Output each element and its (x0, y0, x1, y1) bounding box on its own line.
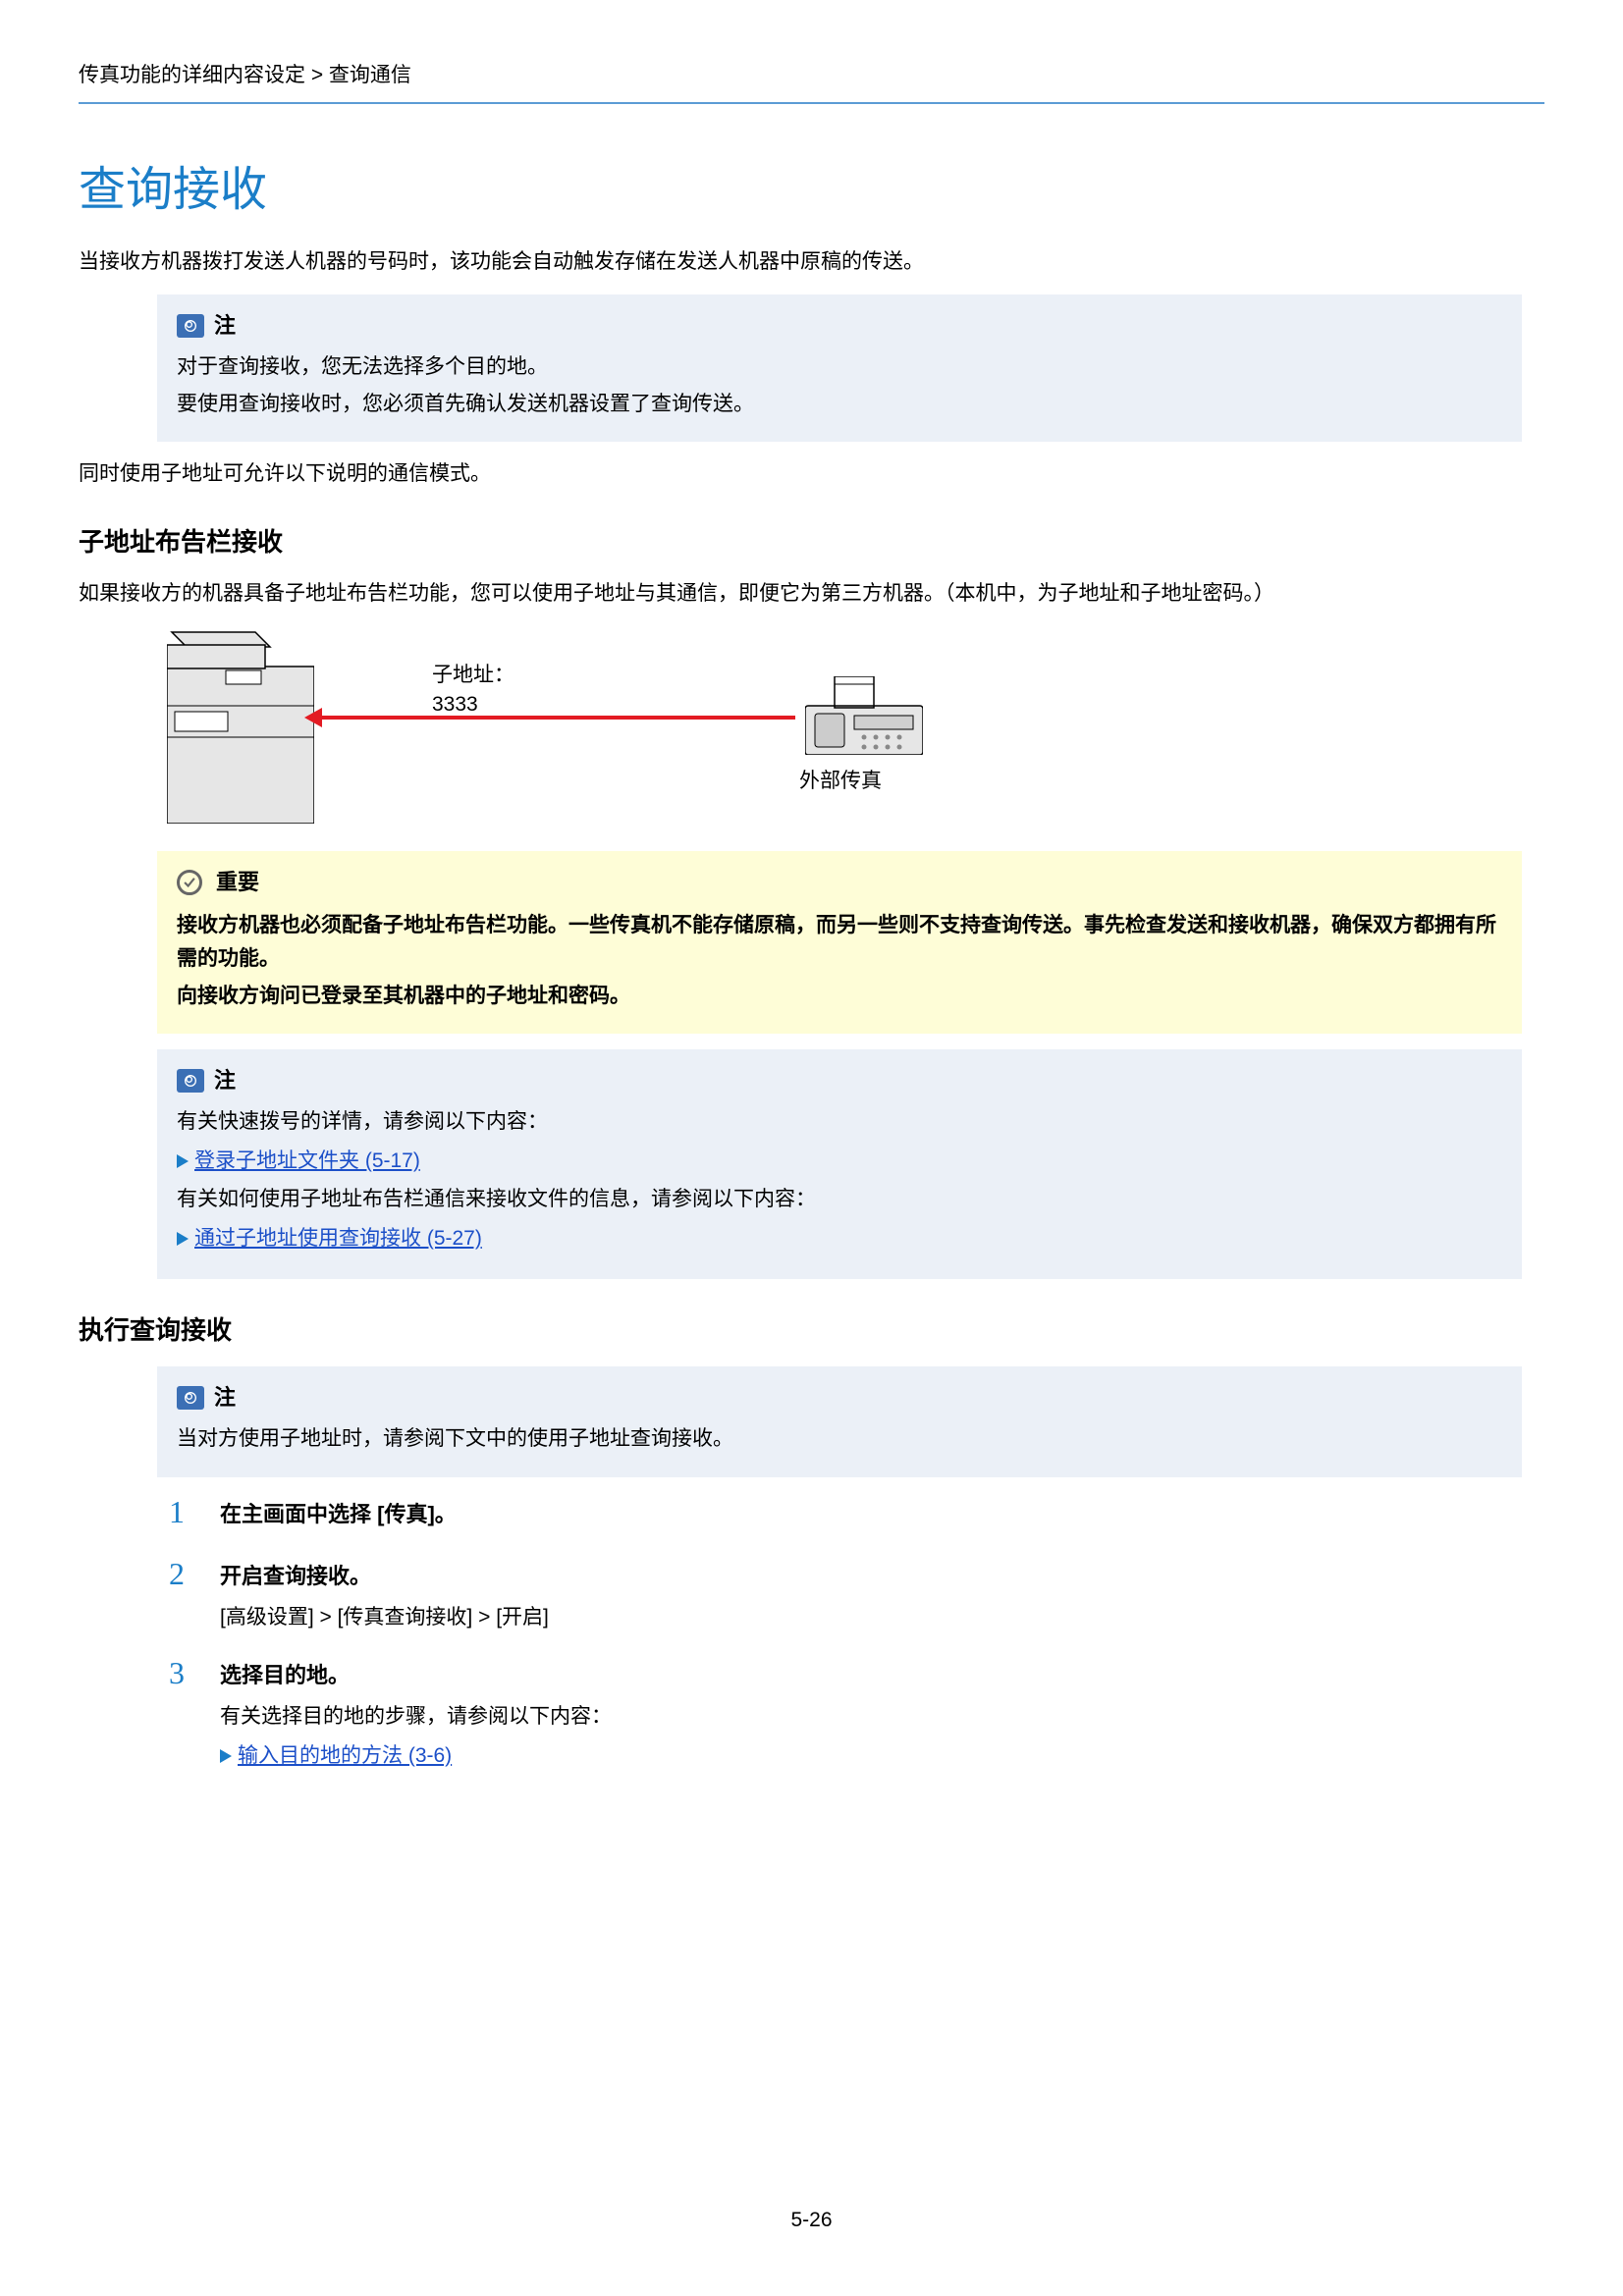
note-line: 有关快速拨号的详情，请参阅以下内容： (177, 1105, 1502, 1139)
arrow-line (314, 716, 795, 720)
link-subaddress-box[interactable]: 登录子地址文件夹 (5-17) (194, 1145, 420, 1178)
paragraph: 如果接收方的机器具备子地址布告栏功能，您可以使用子地址与其通信，即便它为第三方机… (79, 577, 1544, 611)
note-line: 要使用查询接收时，您必须首先确认发送机器设置了查询传送。 (177, 388, 1502, 421)
step: 3 选择目的地。 有关选择目的地的步骤，请参阅以下内容： 输入目的地的方法 (3… (157, 1656, 1544, 1778)
step: 2 开启查询接收。 [高级设置] > [传真查询接收] > [开启] (157, 1557, 1544, 1638)
paragraph: 同时使用子地址可允许以下说明的通信模式。 (79, 457, 1544, 491)
external-fax-label: 外部传真 (799, 765, 882, 798)
step-title: 开启查询接收。 (220, 1559, 1544, 1593)
breadcrumb: 传真功能的详细内容设定 > 查询通信 (79, 59, 1544, 104)
note-title: 注 (214, 1063, 236, 1097)
arrow-icon (177, 1154, 189, 1168)
link-enter-destination[interactable]: 输入目的地的方法 (3-6) (238, 1739, 452, 1773)
important-icon (177, 870, 202, 895)
important-title: 重要 (216, 865, 259, 899)
note-box: 注 当对方使用子地址时，请参阅下文中的使用子地址查询接收。 (157, 1366, 1522, 1477)
important-box: 重要 接收方机器也必须配备子地址布告栏功能。一些传真机不能存储原稿，而另一些则不… (157, 851, 1522, 1034)
intro-paragraph: 当接收方机器拨打发送人机器的号码时，该功能会自动触发存储在发送人机器中原稿的传送… (79, 245, 1544, 279)
note-title: 注 (214, 308, 236, 343)
step-number: 2 (157, 1557, 196, 1638)
note-line: 有关如何使用子地址布告栏通信来接收文件的信息，请参阅以下内容： (177, 1183, 1502, 1216)
arrow-head-icon (304, 708, 322, 727)
arrow-icon (220, 1749, 232, 1763)
step: 1 在主画面中选择 [传真]。 (157, 1495, 1544, 1539)
step-detail: [高级设置] > [传真查询接收] > [开启] (220, 1601, 1544, 1634)
note-title: 注 (214, 1380, 236, 1415)
step-number: 3 (157, 1656, 196, 1778)
note-icon (177, 314, 204, 338)
important-line: 向接收方询问已登录至其机器中的子地址和密码。 (177, 980, 1502, 1013)
subaddress-label: 子地址： 3333 (432, 661, 514, 719)
mfp-icon (167, 627, 314, 824)
diagram: 子地址： 3333 外部传真 (157, 627, 1544, 833)
arrow-icon (177, 1232, 189, 1246)
note-icon (177, 1386, 204, 1410)
fax-icon (805, 676, 923, 755)
step-number: 1 (157, 1495, 196, 1539)
section-heading: 子地址布告栏接收 (79, 522, 1544, 563)
step-title: 在主画面中选择 [传真]。 (220, 1497, 1544, 1531)
note-box: 注 有关快速拨号的详情，请参阅以下内容： 登录子地址文件夹 (5-17) 有关如… (157, 1049, 1522, 1279)
section-heading: 执行查询接收 (79, 1310, 1544, 1352)
link-polling-by-subaddress[interactable]: 通过子地址使用查询接收 (5-27) (194, 1222, 482, 1255)
note-line: 对于查询接收，您无法选择多个目的地。 (177, 350, 1502, 384)
note-box: 注 对于查询接收，您无法选择多个目的地。 要使用查询接收时，您必须首先确认发送机… (157, 294, 1522, 442)
step-detail: 有关选择目的地的步骤，请参阅以下内容： (220, 1700, 1544, 1734)
note-icon (177, 1069, 204, 1093)
important-line: 接收方机器也必须配备子地址布告栏功能。一些传真机不能存储原稿，而另一些则不支持查… (177, 909, 1502, 975)
page-title: 查询接收 (79, 153, 1544, 229)
note-line: 当对方使用子地址时，请参阅下文中的使用子地址查询接收。 (177, 1422, 1502, 1456)
step-title: 选择目的地。 (220, 1658, 1544, 1692)
page-number: 5-26 (0, 2204, 1623, 2237)
